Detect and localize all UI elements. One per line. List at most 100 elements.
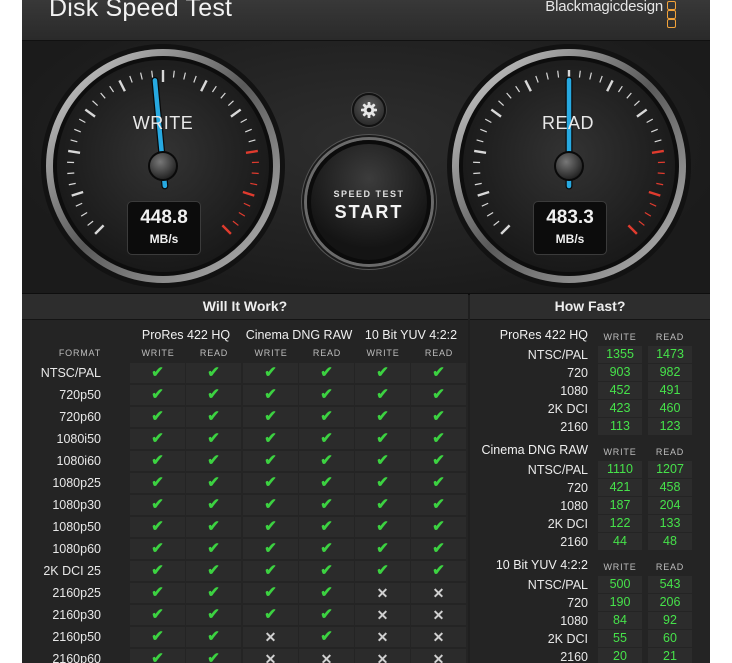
format-label: NTSC/PAL — [527, 348, 588, 362]
format-label: 2K DCI — [547, 402, 588, 416]
write-gauge-redzone-tick — [251, 172, 259, 175]
check-icon: ✔ — [186, 561, 241, 581]
write-column-header: WRITE — [366, 348, 400, 358]
speed-row: 2K DCI 55 60 — [470, 630, 710, 648]
read-fps-value: 543 — [648, 576, 692, 593]
cross-icon: ✕ — [411, 627, 466, 647]
check-icon: ✔ — [186, 429, 241, 449]
check-icon: ✔ — [186, 363, 241, 383]
cross-icon: ✕ — [243, 649, 298, 663]
write-fps-value: 423 — [598, 400, 642, 417]
speed-row: 1080 84 92 — [470, 612, 710, 630]
check-icon: ✔ — [130, 407, 185, 427]
read-fps-value: 123 — [648, 418, 692, 435]
check-icon: ✔ — [355, 429, 410, 449]
check-icon: ✔ — [130, 517, 185, 537]
check-icon: ✔ — [411, 473, 466, 493]
check-icon: ✔ — [411, 561, 466, 581]
codec-group-title: 10 Bit YUV 4:2:2 — [495, 558, 588, 572]
format-label: 1080 — [560, 384, 588, 398]
check-icon: ✔ — [299, 473, 354, 493]
format-label: 2K DCI — [547, 517, 588, 531]
check-icon: ✔ — [299, 429, 354, 449]
format-label: 2160p60 — [52, 652, 101, 663]
write-gauge-label: WRITE — [132, 113, 194, 133]
read-column-header: READ — [655, 562, 685, 572]
check-icon: ✔ — [130, 649, 185, 663]
check-icon: ✔ — [355, 517, 410, 537]
check-icon: ✔ — [299, 385, 354, 405]
check-icon: ✔ — [243, 363, 298, 383]
will-it-work-title: Will It Work? — [22, 294, 468, 320]
check-icon: ✔ — [299, 495, 354, 515]
check-icon: ✔ — [186, 583, 241, 603]
speed-row: 2160 44 48 — [470, 533, 710, 551]
format-label: 1080i60 — [56, 454, 102, 468]
read-column-header: READ — [424, 348, 454, 358]
will-it-work-panel: Will It Work? FORMAT ProRes 422 HQ Cinema … — [22, 294, 468, 663]
write-fps-value: 113 — [598, 418, 642, 435]
check-icon: ✔ — [411, 451, 466, 471]
format-label: 720 — [567, 596, 588, 610]
cross-icon: ✕ — [411, 649, 466, 663]
table-row: 2160p60 ✔ ✔ ✕ ✕ ✕ ✕ — [22, 648, 468, 663]
codec-header: 10 Bit YUV 4:2:2 — [364, 328, 458, 342]
check-icon: ✔ — [243, 583, 298, 603]
write-gauge-scale-tick — [67, 172, 75, 175]
read-speed-value: 483.3 — [546, 207, 594, 228]
check-icon: ✔ — [355, 363, 410, 383]
check-icon: ✔ — [243, 429, 298, 449]
read-fps-value: 204 — [648, 497, 692, 514]
check-icon: ✔ — [186, 649, 241, 663]
read-fps-value: 458 — [648, 479, 692, 496]
check-icon: ✔ — [243, 473, 298, 493]
check-icon: ✔ — [186, 451, 241, 471]
check-icon: ✔ — [411, 495, 466, 515]
read-speed-unit: MB/s — [555, 232, 585, 246]
check-icon: ✔ — [243, 407, 298, 427]
speed-row: 720 421 458 — [470, 479, 710, 497]
format-label: NTSC/PAL — [527, 463, 588, 477]
speed-row: 720 190 206 — [470, 594, 710, 612]
title-bar: Disk Speed Test Blackmagicdesign — [22, 0, 710, 41]
format-label: 2160p30 — [52, 608, 101, 622]
format-label: 1080p60 — [52, 542, 101, 556]
cross-icon: ✕ — [411, 605, 466, 625]
read-fps-value: 491 — [648, 382, 692, 399]
table-row: 2160p25 ✔ ✔ ✔ ✔ ✕ ✕ — [22, 582, 468, 604]
check-icon: ✔ — [130, 473, 185, 493]
read-fps-value: 1473 — [648, 346, 692, 363]
table-row: 2160p30 ✔ ✔ ✔ ✔ ✕ ✕ — [22, 604, 468, 626]
write-gauge-needle-hub — [148, 151, 178, 181]
check-icon: ✔ — [411, 407, 466, 427]
format-label: 2160 — [560, 420, 588, 434]
read-fps-value: 92 — [648, 612, 692, 629]
write-column-header: WRITE — [603, 447, 637, 457]
start-button-label: START — [334, 202, 404, 222]
write-column-header: WRITE — [603, 562, 637, 572]
check-icon: ✔ — [130, 539, 185, 559]
codec-group-title: ProRes 422 HQ — [499, 328, 588, 342]
check-icon: ✔ — [130, 583, 185, 603]
format-label: 1080 — [560, 499, 588, 513]
check-icon: ✔ — [411, 429, 466, 449]
speed-row: 2160 113 123 — [470, 418, 710, 436]
gear-icon — [361, 102, 377, 118]
start-speed-test-button[interactable]: SPEED TEST START — [307, 140, 431, 264]
write-column-header: WRITE — [254, 348, 288, 358]
settings-button[interactable] — [352, 93, 386, 127]
cross-icon: ✕ — [355, 627, 410, 647]
read-column-header: READ — [312, 348, 342, 358]
write-fps-value: 1355 — [598, 346, 642, 363]
format-label: NTSC/PAL — [40, 366, 101, 380]
format-label: 2160 — [560, 535, 588, 549]
check-icon: ✔ — [299, 451, 354, 471]
table-row: 2160p50 ✔ ✔ ✕ ✔ ✕ ✕ — [22, 626, 468, 648]
app-title: Disk Speed Test — [49, 0, 233, 22]
read-fps-value: 982 — [648, 364, 692, 381]
check-icon: ✔ — [186, 495, 241, 515]
codec-group-title: Cinema DNG RAW — [481, 443, 589, 457]
check-icon: ✔ — [243, 517, 298, 537]
format-label: 2160p50 — [52, 630, 101, 644]
check-icon: ✔ — [130, 605, 185, 625]
